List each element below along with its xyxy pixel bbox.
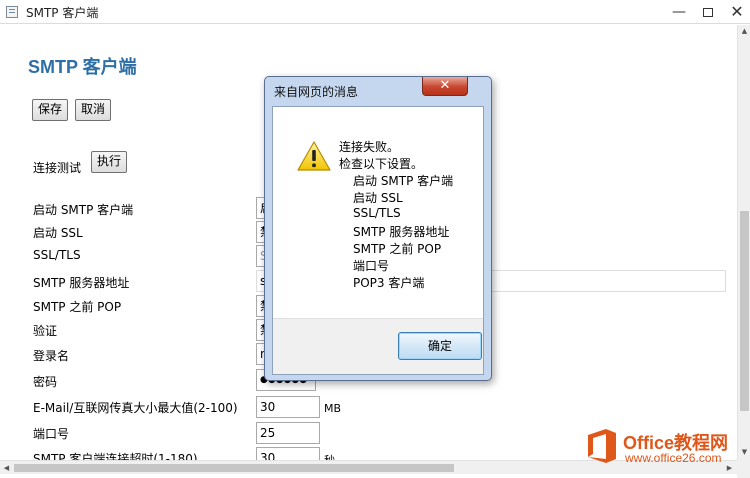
auth-label: 验证	[33, 324, 58, 338]
dialog-body: 连接失败。 检查以下设置。 启动 SMTP 客户端 启动 SSL SSL/TLS…	[272, 106, 484, 375]
dialog-footer: 确定	[273, 318, 483, 374]
office-logo-icon	[588, 429, 616, 463]
dialog-title: 来自网页的消息	[274, 85, 359, 99]
dialog-message-line: SSL/TLS	[353, 206, 401, 220]
warning-icon	[297, 141, 331, 171]
scroll-up-arrow-icon[interactable]: ▲	[738, 25, 750, 38]
window-title: SMTP 客户端	[26, 6, 99, 20]
connection-test-label: 连接测试	[33, 161, 82, 175]
maximize-button[interactable]	[693, 0, 723, 24]
scroll-left-arrow-icon[interactable]: ◀	[0, 461, 13, 475]
horizontal-scroll-thumb[interactable]	[14, 464, 454, 472]
dialog-close-button[interactable]: ✕	[422, 77, 468, 96]
alert-dialog: 来自网页的消息 ✕ 连接失败。 检查以下设置。 启动 SMTP 客户端 启动 S…	[264, 76, 492, 381]
cancel-button[interactable]: 取消	[75, 99, 112, 121]
password-label: 密码	[33, 375, 58, 389]
minimize-button[interactable]: —	[664, 0, 694, 24]
maximize-icon	[703, 7, 713, 17]
max-size-input[interactable]: 30	[256, 396, 320, 418]
port-input[interactable]: 25	[256, 422, 320, 444]
window-title-bar: SMTP 客户端 — ✕	[0, 0, 750, 24]
dialog-message-line: SMTP 之前 POP	[353, 242, 442, 256]
watermark-url: www.office26.com	[625, 451, 722, 465]
dialog-message-line: 检查以下设置。	[339, 157, 424, 171]
port-label: 端口号	[33, 427, 70, 441]
dialog-message-line: 连接失败。	[339, 140, 400, 154]
server-address-label: SMTP 服务器地址	[33, 276, 130, 290]
pop-before-smtp-label: SMTP 之前 POP	[33, 300, 122, 314]
app-icon	[6, 6, 18, 18]
dialog-message-line: 端口号	[353, 259, 390, 273]
watermark: Office教程网 www.office26.com	[585, 425, 750, 470]
close-button[interactable]: ✕	[722, 0, 750, 24]
enable-ssl-label: 启动 SSL	[33, 226, 83, 240]
run-test-button[interactable]: 执行	[91, 151, 128, 173]
max-size-unit: MB	[324, 402, 342, 415]
vertical-scrollbar[interactable]: ▲ ▼	[737, 25, 750, 460]
save-button[interactable]: 保存	[32, 99, 69, 121]
timeout-input[interactable]: 30	[256, 447, 320, 460]
timeout-label: SMTP 客户端连接超时(1-180)	[33, 452, 198, 460]
login-name-label: 登录名	[33, 349, 70, 363]
vertical-scroll-thumb[interactable]	[740, 211, 749, 411]
enable-smtp-label: 启动 SMTP 客户端	[33, 203, 134, 217]
timeout-unit: 秒	[324, 452, 335, 460]
ssl-tls-label: SSL/TLS	[33, 248, 81, 262]
max-size-label: E-Mail/互联网传真大小最大值(2-100)	[33, 401, 238, 415]
ok-button[interactable]: 确定	[398, 332, 482, 360]
dialog-message-line: POP3 客户端	[353, 276, 425, 290]
dialog-message-line: 启动 SMTP 客户端	[353, 174, 454, 188]
dialog-message-line: SMTP 服务器地址	[353, 225, 450, 239]
dialog-message-line: 启动 SSL	[353, 191, 403, 205]
page-title: SMTP 客户端	[28, 57, 137, 77]
